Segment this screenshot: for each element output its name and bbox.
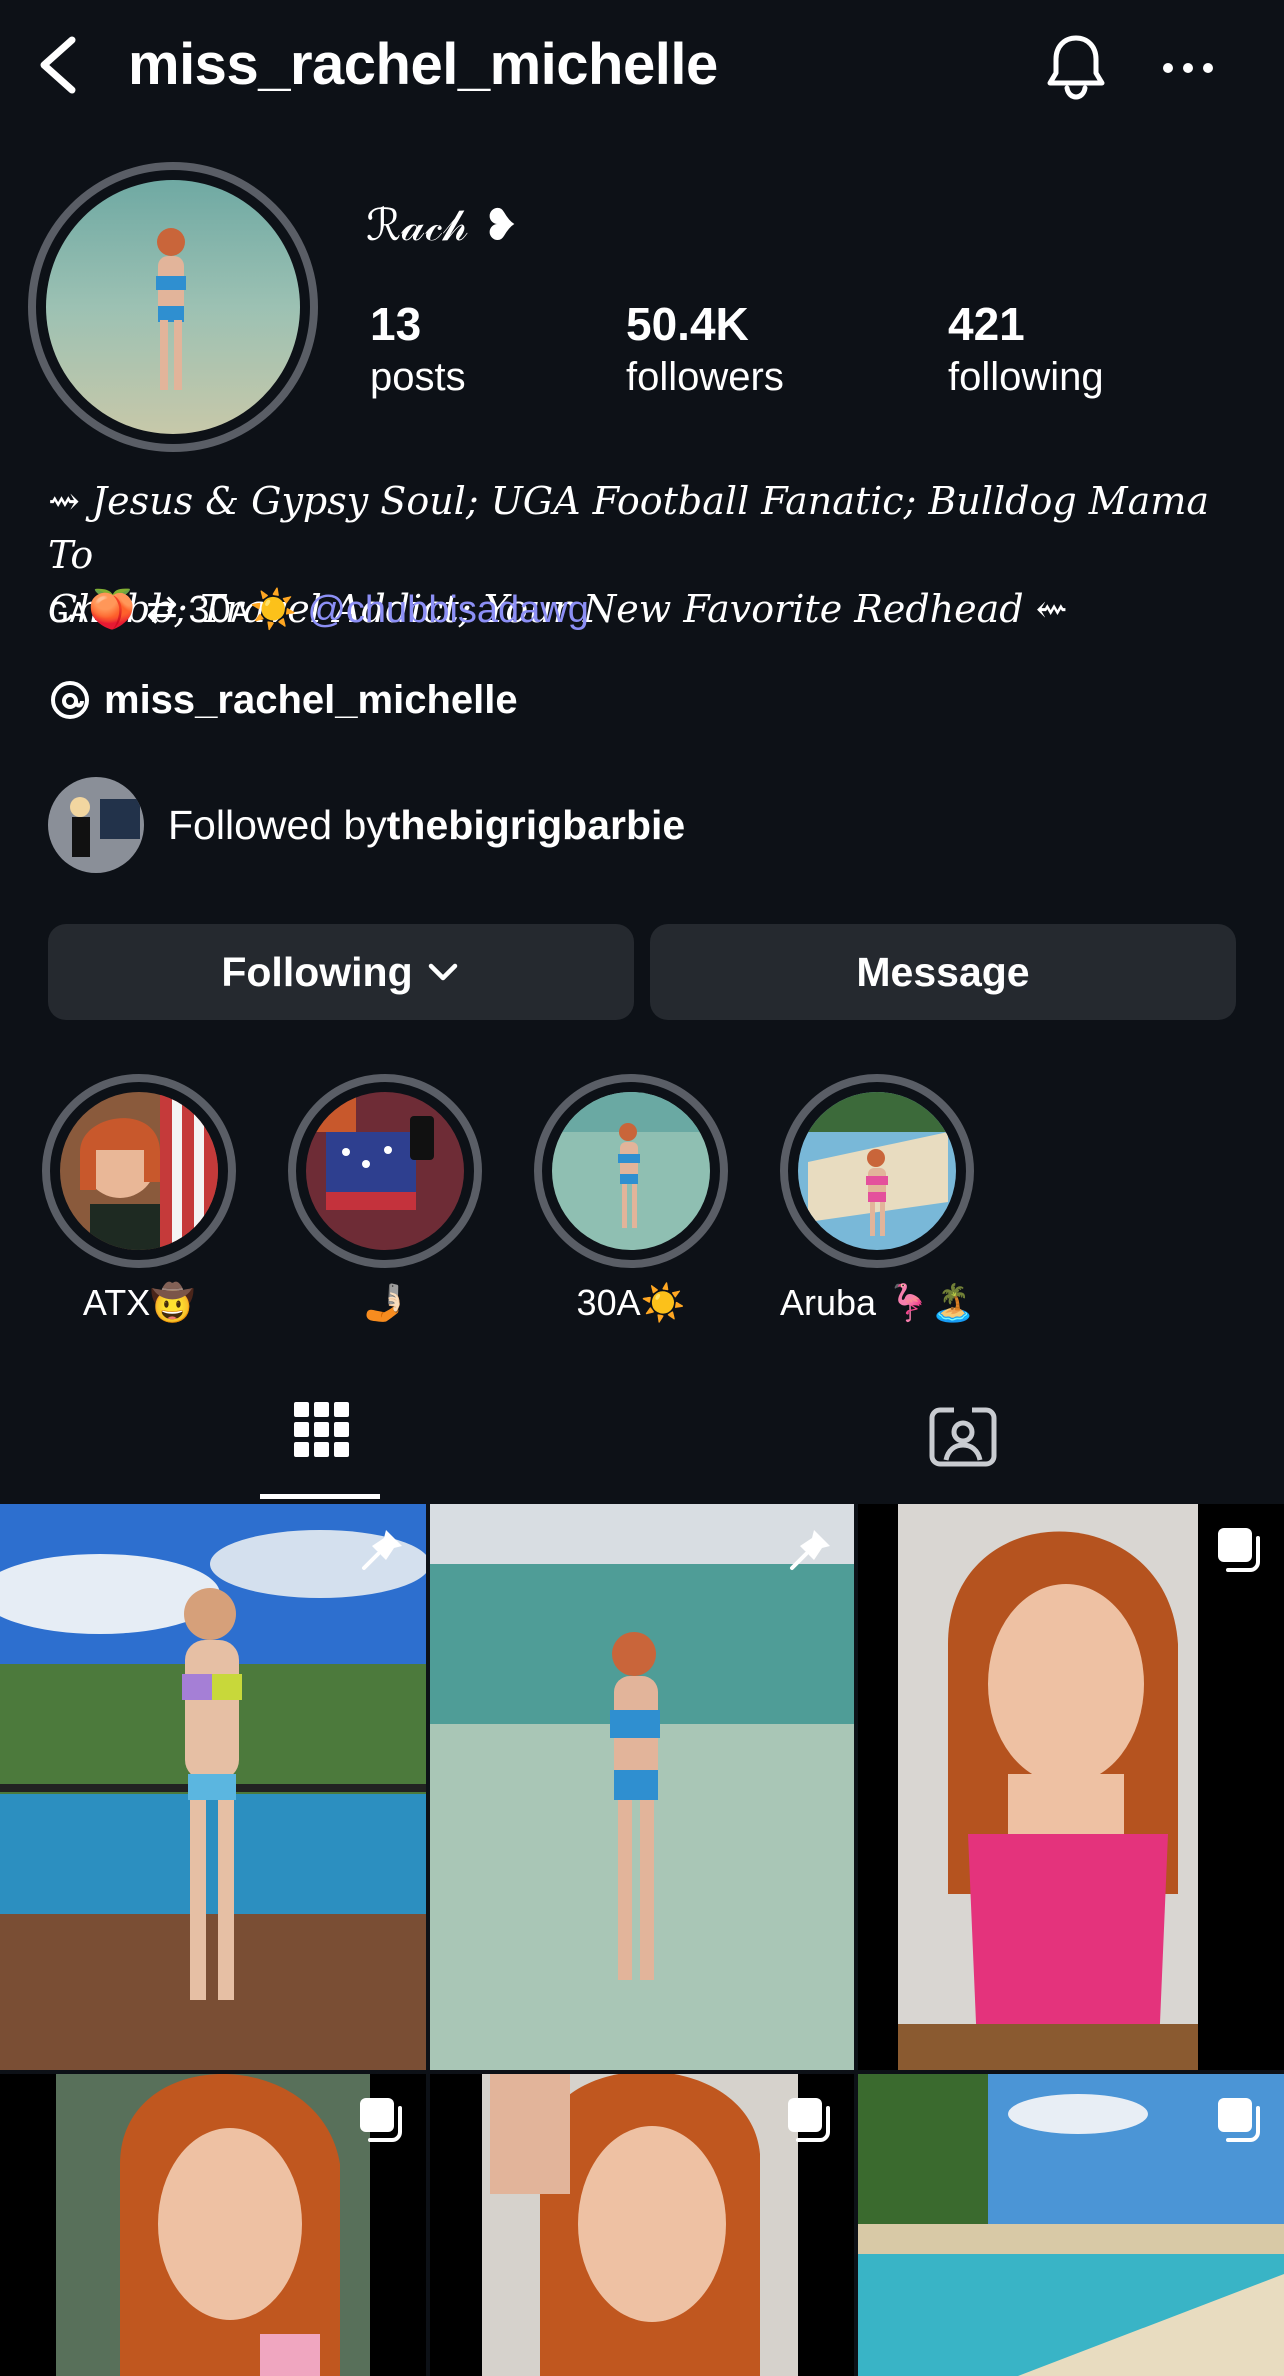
active-tab-indicator xyxy=(260,1494,380,1499)
more-options-button[interactable] xyxy=(1158,40,1218,96)
pin-icon xyxy=(362,1530,402,1570)
carousel-icon xyxy=(788,2098,830,2142)
carousel-icon xyxy=(1218,1528,1260,1572)
stat-following-label: following xyxy=(948,355,1104,399)
message-button[interactable]: Message xyxy=(650,924,1236,1020)
highlight-cover xyxy=(552,1092,710,1250)
threads-link[interactable]: miss_rachel_michelle xyxy=(48,670,518,730)
highlight-item[interactable]: 🤳🏻 xyxy=(288,1074,482,1326)
following-button[interactable]: Following xyxy=(48,924,634,1020)
post-thumbnail[interactable] xyxy=(0,2074,426,2376)
profile-avatar[interactable] xyxy=(28,162,318,452)
carousel-icon xyxy=(1218,2098,1260,2142)
followed-by-text: Followed by xyxy=(168,801,387,848)
display-name: ℛ𝒶𝒸𝒽 ❥ xyxy=(366,200,520,251)
bio-mention-link[interactable]: @chubbisadawg xyxy=(307,589,589,631)
highlight-ring xyxy=(534,1074,728,1268)
highlight-cover xyxy=(306,1092,464,1250)
grid-icon xyxy=(294,1402,349,1457)
highlight-label: 30A☀️ xyxy=(576,1282,686,1323)
followed-by[interactable]: Followed by thebigrigbarbie xyxy=(48,776,685,874)
stat-following[interactable]: 421 following xyxy=(948,296,1104,402)
stat-following-value: 421 xyxy=(948,298,1025,350)
post-thumbnail[interactable] xyxy=(858,1504,1284,2070)
bio-line-1: ⇝ Jesus & Gypsy Soul; UGA Football Fanat… xyxy=(48,479,1210,577)
chevron-left-icon xyxy=(40,36,76,94)
post-thumbnail[interactable] xyxy=(0,1504,426,2070)
threads-handle: miss_rachel_michelle xyxy=(104,677,518,722)
highlight-ring xyxy=(780,1074,974,1268)
stat-posts-value: 13 xyxy=(370,298,422,350)
bio-line-3-text: ɢᴀ🍑 ⇄ 30ᴀ☀️ xyxy=(48,589,308,631)
back-button[interactable] xyxy=(30,30,90,100)
post-thumbnail[interactable] xyxy=(430,2074,854,2376)
highlight-label: 🤳🏻 xyxy=(362,1282,408,1323)
carousel-icon xyxy=(360,2098,402,2142)
post-thumbnail[interactable] xyxy=(858,2074,1284,2376)
threads-icon xyxy=(51,681,89,719)
stat-followers-value: 50.4K xyxy=(626,298,749,350)
profile-username: miss_rachel_michelle xyxy=(128,32,718,97)
following-label: Following xyxy=(221,948,413,995)
stat-followers[interactable]: 50.4K followers xyxy=(626,296,784,402)
more-horizontal-icon xyxy=(1163,63,1213,73)
bio-line-3: ɢᴀ🍑 ⇄ 30ᴀ☀️ @chubbisadawg xyxy=(48,582,589,638)
highlight-item[interactable]: 30A☀️ xyxy=(534,1074,728,1326)
highlight-label: Aruba 🦩🏝️ xyxy=(780,1282,976,1323)
highlight-item[interactable]: Aruba 🦩🏝️ xyxy=(780,1074,976,1326)
highlight-cover xyxy=(60,1092,218,1250)
highlight-item[interactable]: ATX🤠 xyxy=(42,1074,236,1326)
followed-by-name[interactable]: thebigrigbarbie xyxy=(387,802,685,849)
tab-posts-grid[interactable] xyxy=(292,1400,352,1460)
highlight-ring xyxy=(42,1074,236,1268)
highlight-label: ATX🤠 xyxy=(82,1282,196,1323)
stat-followers-label: followers xyxy=(626,355,784,399)
stat-posts[interactable]: 13 posts xyxy=(370,296,466,402)
tagged-person-icon xyxy=(929,1406,997,1467)
mutual-follower-avatar xyxy=(48,777,144,873)
post-thumbnail[interactable] xyxy=(430,1504,854,2070)
chevron-down-icon xyxy=(428,963,457,981)
stat-posts-label: posts xyxy=(370,355,466,399)
avatar-image xyxy=(46,180,300,434)
bell-icon xyxy=(1047,35,1105,100)
message-label: Message xyxy=(856,948,1030,995)
pin-icon xyxy=(790,1530,830,1570)
tab-tagged[interactable] xyxy=(928,1404,998,1468)
notifications-button[interactable] xyxy=(1040,30,1112,102)
highlight-ring xyxy=(288,1074,482,1268)
highlight-cover xyxy=(798,1092,956,1250)
